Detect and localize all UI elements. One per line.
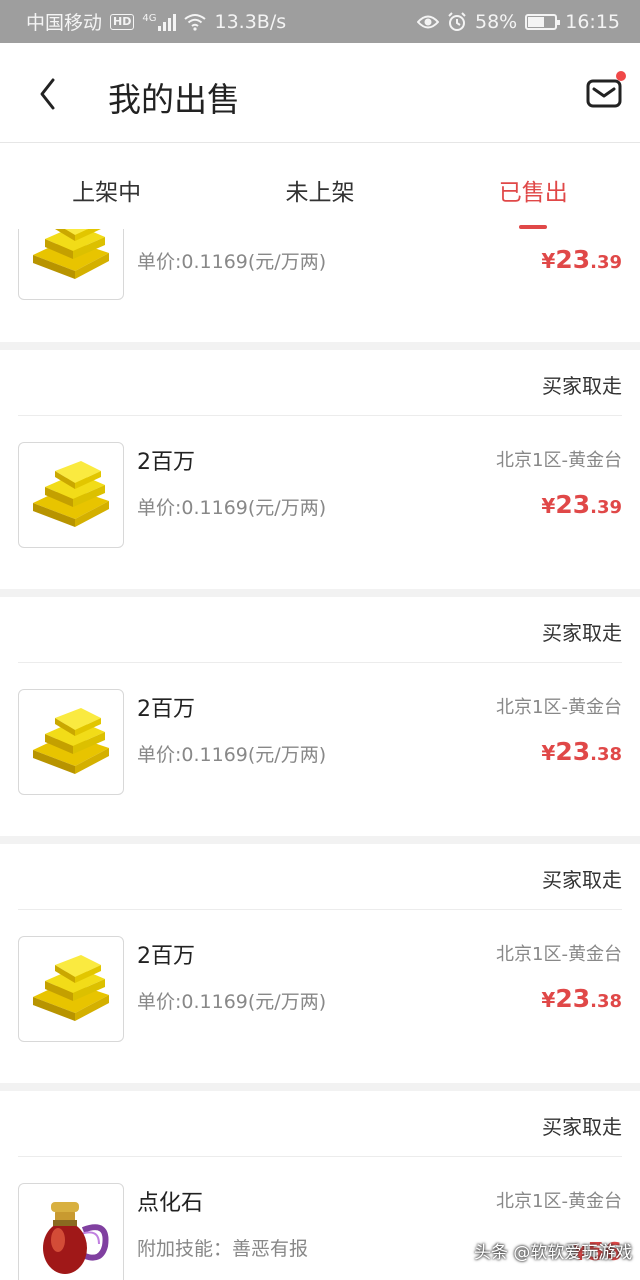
price-decimal: .39	[590, 252, 622, 273]
currency-symbol: ¥	[541, 249, 556, 273]
currency-symbol: ¥	[541, 494, 556, 518]
item-name: 点化石	[137, 1191, 204, 1216]
network-speed: 13.3B/s	[214, 10, 287, 33]
mail-icon[interactable]	[586, 76, 622, 110]
carrier-label: 中国移动	[26, 12, 103, 34]
status-label: 买家取走	[542, 374, 622, 398]
battery-percent: 58%	[475, 10, 518, 33]
gold-bars-thumbnail	[18, 689, 124, 795]
gold-bars-icon	[33, 229, 109, 279]
card-header: 买家取走	[18, 1091, 622, 1157]
back-arrow-icon[interactable]	[34, 77, 62, 111]
unit-price: 单价:0.1169(元/万两)	[137, 991, 327, 1013]
status-label: 买家取走	[542, 1115, 622, 1139]
price-integer: 23	[555, 984, 591, 1013]
price-integer: 23	[555, 490, 591, 519]
gold-bars-thumbnail	[18, 936, 124, 1042]
nav-bar: 我的出售	[0, 43, 640, 143]
sale-price: ¥23.39	[541, 245, 622, 274]
skill-label: 附加技能：善恶有报	[137, 1238, 309, 1260]
gold-bars-thumbnail	[18, 442, 124, 548]
stone-thumbnail	[18, 1183, 124, 1280]
status-label: 买家取走	[542, 621, 622, 645]
tab-bar: 上架中 未上架 已售出	[0, 143, 640, 229]
price-integer: 23	[555, 737, 591, 766]
item-name: 2百万	[137, 450, 195, 475]
gold-bars-thumbnail	[18, 229, 124, 300]
clock: 16:15	[565, 10, 620, 33]
unit-price: 单价:0.1169(元/万两)	[137, 251, 327, 273]
hd-badge: HD	[110, 13, 135, 30]
sale-price: ¥23.38	[541, 737, 622, 766]
signal-icon: 4G	[142, 12, 177, 31]
currency-symbol: ¥	[541, 988, 556, 1012]
status-bar: 中国移动 HD 4G 13.3B/s 58% 16:15	[0, 0, 640, 43]
price-decimal: .38	[590, 744, 622, 765]
network-type-label: 4G	[142, 12, 157, 24]
item-name: 2百万	[137, 944, 195, 969]
server-label: 北京1区-黄金台	[496, 944, 622, 965]
currency-symbol: ¥	[541, 741, 556, 765]
wifi-icon	[184, 13, 207, 31]
gold-bars-icon	[33, 955, 109, 1021]
price-decimal: .39	[590, 497, 622, 518]
potion-bottle-icon	[43, 1202, 109, 1274]
tab-listed[interactable]: 上架中	[0, 143, 213, 229]
list-item[interactable]: 买家取走 2百万 北京1区-黄金台 单价:0.1169(元/万两)	[0, 597, 640, 836]
notification-dot	[616, 71, 626, 81]
gold-bars-icon	[33, 461, 109, 527]
card-header: 买家取走	[18, 597, 622, 663]
server-label: 北京1区-黄金台	[496, 450, 622, 471]
page-title: 我的出售	[108, 80, 240, 119]
tab-unlisted[interactable]: 未上架	[213, 143, 426, 229]
sale-price: ¥23.39	[541, 490, 622, 519]
eye-icon	[417, 15, 439, 28]
server-label: 北京1区-黄金台	[496, 697, 622, 718]
item-name: 2百万	[137, 697, 195, 722]
server-label: 北京1区-黄金台	[496, 1191, 622, 1212]
list-item[interactable]: 买家取走 2百万 北京1区-黄金台 单价:0.1169(元/万两)	[0, 350, 640, 589]
tab-sold[interactable]: 已售出	[427, 143, 640, 229]
alarm-icon	[448, 11, 466, 31]
unit-price: 单价:0.1169(元/万两)	[137, 497, 327, 519]
price-integer: 23	[555, 245, 591, 274]
gold-bars-icon	[33, 708, 109, 774]
battery-icon	[525, 13, 561, 30]
list-item[interactable]: 单价:0.1169(元/万两) ¥23.39	[0, 229, 640, 342]
card-header: 买家取走	[18, 844, 622, 910]
price-decimal: .38	[590, 991, 622, 1012]
sale-price: ¥23.38	[541, 984, 622, 1013]
list-item[interactable]: 买家取走 2百万 北京1区-黄金台 单价:0.1169(元/万两)	[0, 844, 640, 1083]
card-header: 买家取走	[18, 350, 622, 416]
watermark: 头条 @软软爱玩游戏	[474, 1243, 633, 1263]
unit-price: 单价:0.1169(元/万两)	[137, 744, 327, 766]
status-label: 买家取走	[542, 868, 622, 892]
sold-list: 单价:0.1169(元/万两) ¥23.39 买家取走 2百万 北京1区-黄金台…	[0, 229, 640, 1280]
